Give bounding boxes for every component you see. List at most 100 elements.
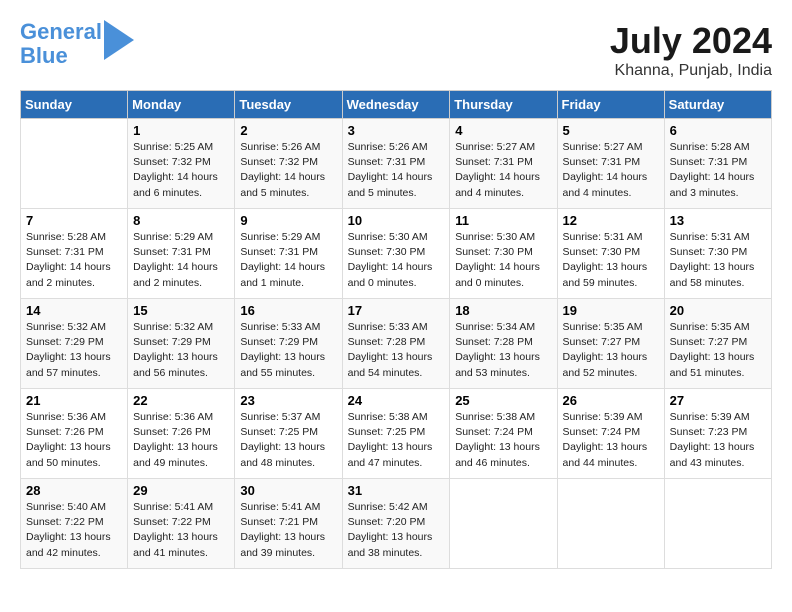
day-info: Sunrise: 5:25 AMSunset: 7:32 PMDaylight:… xyxy=(133,141,218,199)
day-info: Sunrise: 5:30 AMSunset: 7:30 PMDaylight:… xyxy=(455,231,540,289)
day-number: 22 xyxy=(133,393,229,408)
day-info: Sunrise: 5:38 AMSunset: 7:24 PMDaylight:… xyxy=(455,411,540,469)
calendar-cell: 27 Sunrise: 5:39 AMSunset: 7:23 PMDayligh… xyxy=(664,389,771,479)
calendar-cell: 12 Sunrise: 5:31 AMSunset: 7:30 PMDayligh… xyxy=(557,209,664,299)
calendar-week-2: 7 Sunrise: 5:28 AMSunset: 7:31 PMDaylight… xyxy=(21,209,772,299)
calendar-cell: 16 Sunrise: 5:33 AMSunset: 7:29 PMDayligh… xyxy=(235,299,342,389)
calendar-cell: 2 Sunrise: 5:26 AMSunset: 7:32 PMDaylight… xyxy=(235,119,342,209)
calendar-cell: 10Sunrise: 5:30 AMSunset: 7:30 PMDayligh… xyxy=(342,209,450,299)
day-number: 26 xyxy=(563,393,659,408)
calendar-cell: 18 Sunrise: 5:34 AMSunset: 7:28 PMDayligh… xyxy=(450,299,557,389)
day-info: Sunrise: 5:26 AMSunset: 7:32 PMDaylight:… xyxy=(240,141,325,199)
day-number: 12 xyxy=(563,213,659,228)
day-number: 15 xyxy=(133,303,229,318)
calendar-body: 1 Sunrise: 5:25 AMSunset: 7:32 PMDaylight… xyxy=(21,119,772,569)
day-number: 4 xyxy=(455,123,551,138)
day-info: Sunrise: 5:37 AMSunset: 7:25 PMDaylight:… xyxy=(240,411,325,469)
header-saturday: Saturday xyxy=(664,91,771,119)
day-info: Sunrise: 5:27 AMSunset: 7:31 PMDaylight:… xyxy=(563,141,648,199)
day-info: Sunrise: 5:30 AMSunset: 7:30 PMDaylight:… xyxy=(348,231,433,289)
day-info: Sunrise: 5:39 AMSunset: 7:24 PMDaylight:… xyxy=(563,411,648,469)
calendar-week-3: 14 Sunrise: 5:32 AMSunset: 7:29 PMDayligh… xyxy=(21,299,772,389)
day-number: 28 xyxy=(26,483,122,498)
calendar-cell: 22 Sunrise: 5:36 AMSunset: 7:26 PMDayligh… xyxy=(128,389,235,479)
calendar-cell: 8 Sunrise: 5:29 AMSunset: 7:31 PMDaylight… xyxy=(128,209,235,299)
day-number: 29 xyxy=(133,483,229,498)
calendar-cell: 29 Sunrise: 5:41 AMSunset: 7:22 PMDayligh… xyxy=(128,479,235,569)
day-info: Sunrise: 5:31 AMSunset: 7:30 PMDaylight:… xyxy=(670,231,755,289)
calendar-cell xyxy=(21,119,128,209)
day-number: 7 xyxy=(26,213,122,228)
calendar-cell: 6 Sunrise: 5:28 AMSunset: 7:31 PMDaylight… xyxy=(664,119,771,209)
calendar-cell: 25 Sunrise: 5:38 AMSunset: 7:24 PMDayligh… xyxy=(450,389,557,479)
day-number: 3 xyxy=(348,123,445,138)
header-sunday: Sunday xyxy=(21,91,128,119)
header-tuesday: Tuesday xyxy=(235,91,342,119)
location: Khanna, Punjab, India xyxy=(610,62,772,80)
header-friday: Friday xyxy=(557,91,664,119)
header-monday: Monday xyxy=(128,91,235,119)
day-number: 14 xyxy=(26,303,122,318)
day-number: 16 xyxy=(240,303,336,318)
calendar-week-4: 21 Sunrise: 5:36 AMSunset: 7:26 PMDayligh… xyxy=(21,389,772,479)
calendar-cell: 9Sunrise: 5:29 AMSunset: 7:31 PMDaylight… xyxy=(235,209,342,299)
day-number: 13 xyxy=(670,213,766,228)
title-block: July 2024 Khanna, Punjab, India xyxy=(610,20,772,80)
day-info: Sunrise: 5:40 AMSunset: 7:22 PMDaylight:… xyxy=(26,501,111,559)
calendar-cell: 30Sunrise: 5:41 AMSunset: 7:21 PMDayligh… xyxy=(235,479,342,569)
day-info: Sunrise: 5:34 AMSunset: 7:28 PMDaylight:… xyxy=(455,321,540,379)
day-number: 1 xyxy=(133,123,229,138)
day-info: Sunrise: 5:41 AMSunset: 7:22 PMDaylight:… xyxy=(133,501,218,559)
day-number: 23 xyxy=(240,393,336,408)
day-number: 24 xyxy=(348,393,445,408)
day-number: 2 xyxy=(240,123,336,138)
calendar-cell: 11Sunrise: 5:30 AMSunset: 7:30 PMDayligh… xyxy=(450,209,557,299)
day-number: 8 xyxy=(133,213,229,228)
month-title: July 2024 xyxy=(610,20,772,62)
day-info: Sunrise: 5:31 AMSunset: 7:30 PMDaylight:… xyxy=(563,231,648,289)
day-info: Sunrise: 5:41 AMSunset: 7:21 PMDaylight:… xyxy=(240,501,325,559)
day-info: Sunrise: 5:32 AMSunset: 7:29 PMDaylight:… xyxy=(133,321,218,379)
day-info: Sunrise: 5:26 AMSunset: 7:31 PMDaylight:… xyxy=(348,141,433,199)
day-info: Sunrise: 5:27 AMSunset: 7:31 PMDaylight:… xyxy=(455,141,540,199)
day-number: 21 xyxy=(26,393,122,408)
calendar-cell: 21 Sunrise: 5:36 AMSunset: 7:26 PMDayligh… xyxy=(21,389,128,479)
calendar-header: Sunday Monday Tuesday Wednesday Thursday… xyxy=(21,91,772,119)
calendar-cell: 17Sunrise: 5:33 AMSunset: 7:28 PMDayligh… xyxy=(342,299,450,389)
day-number: 18 xyxy=(455,303,551,318)
day-number: 27 xyxy=(670,393,766,408)
calendar-cell xyxy=(664,479,771,569)
day-info: Sunrise: 5:29 AMSunset: 7:31 PMDaylight:… xyxy=(133,231,218,289)
day-number: 5 xyxy=(563,123,659,138)
day-info: Sunrise: 5:36 AMSunset: 7:26 PMDaylight:… xyxy=(133,411,218,469)
calendar-cell: 19 Sunrise: 5:35 AMSunset: 7:27 PMDayligh… xyxy=(557,299,664,389)
day-info: Sunrise: 5:29 AMSunset: 7:31 PMDaylight:… xyxy=(240,231,325,289)
header-wednesday: Wednesday xyxy=(342,91,450,119)
logo-text: GeneralBlue xyxy=(20,20,102,68)
day-info: Sunrise: 5:36 AMSunset: 7:26 PMDaylight:… xyxy=(26,411,111,469)
day-number: 6 xyxy=(670,123,766,138)
calendar-cell: 26 Sunrise: 5:39 AMSunset: 7:24 PMDayligh… xyxy=(557,389,664,479)
page-header: GeneralBlue July 2024 Khanna, Punjab, In… xyxy=(20,20,772,80)
day-info: Sunrise: 5:28 AMSunset: 7:31 PMDaylight:… xyxy=(26,231,111,289)
calendar-cell: 1 Sunrise: 5:25 AMSunset: 7:32 PMDaylight… xyxy=(128,119,235,209)
calendar-cell: 14 Sunrise: 5:32 AMSunset: 7:29 PMDayligh… xyxy=(21,299,128,389)
day-info: Sunrise: 5:33 AMSunset: 7:29 PMDaylight:… xyxy=(240,321,325,379)
header-row: Sunday Monday Tuesday Wednesday Thursday… xyxy=(21,91,772,119)
day-info: Sunrise: 5:28 AMSunset: 7:31 PMDaylight:… xyxy=(670,141,755,199)
day-number: 19 xyxy=(563,303,659,318)
calendar-cell: 13 Sunrise: 5:31 AMSunset: 7:30 PMDayligh… xyxy=(664,209,771,299)
logo: GeneralBlue xyxy=(20,20,134,68)
day-number: 17 xyxy=(348,303,445,318)
day-number: 25 xyxy=(455,393,551,408)
day-info: Sunrise: 5:38 AMSunset: 7:25 PMDaylight:… xyxy=(348,411,433,469)
day-info: Sunrise: 5:35 AMSunset: 7:27 PMDaylight:… xyxy=(563,321,648,379)
logo-arrow-icon xyxy=(104,20,134,60)
header-thursday: Thursday xyxy=(450,91,557,119)
day-info: Sunrise: 5:39 AMSunset: 7:23 PMDaylight:… xyxy=(670,411,755,469)
day-info: Sunrise: 5:32 AMSunset: 7:29 PMDaylight:… xyxy=(26,321,111,379)
calendar-cell: 5 Sunrise: 5:27 AMSunset: 7:31 PMDaylight… xyxy=(557,119,664,209)
day-number: 31 xyxy=(348,483,445,498)
calendar-cell: 3 Sunrise: 5:26 AMSunset: 7:31 PMDaylight… xyxy=(342,119,450,209)
calendar-week-5: 28 Sunrise: 5:40 AMSunset: 7:22 PMDayligh… xyxy=(21,479,772,569)
